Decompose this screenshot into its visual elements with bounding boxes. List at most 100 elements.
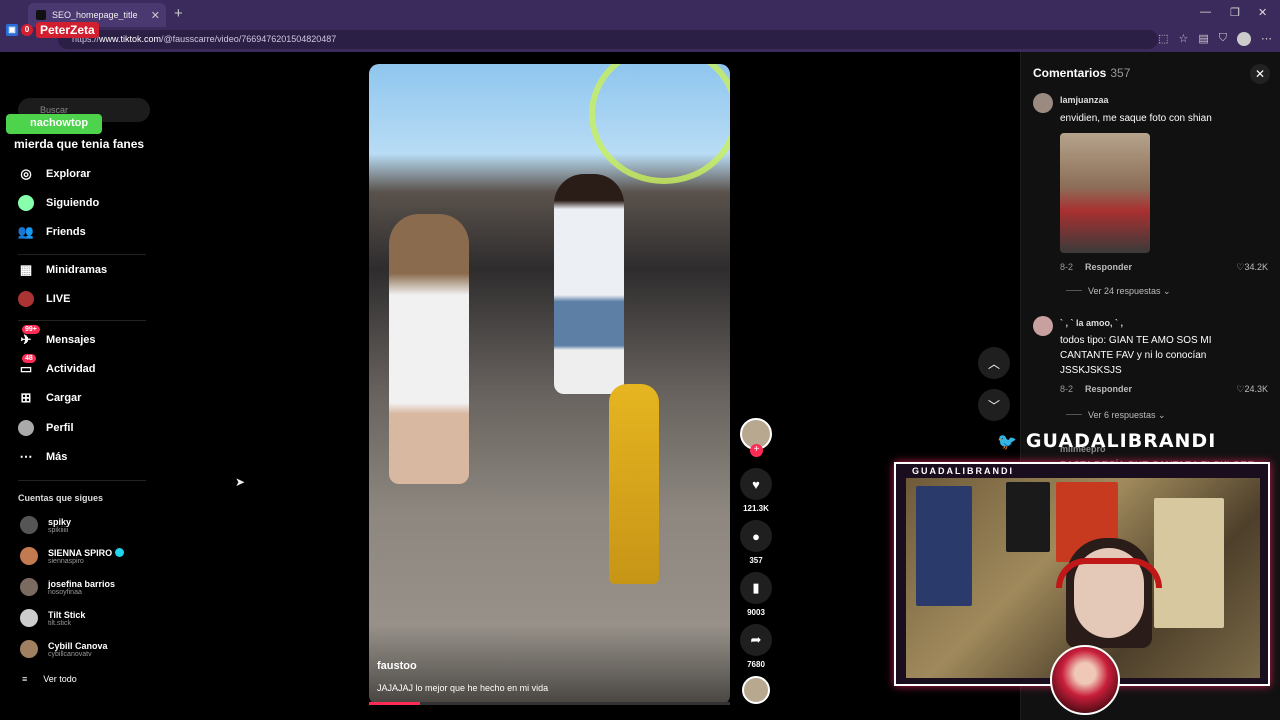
- address-bar[interactable]: https://www.tiktok.com/@fausscarre/video…: [58, 30, 1158, 49]
- list-icon: ≡: [22, 674, 28, 684]
- shield-icon[interactable]: ⛉: [1219, 32, 1227, 46]
- bookmark-icon[interactable]: ▮: [740, 572, 772, 604]
- creator-avatar-button[interactable]: +: [740, 418, 772, 457]
- comment-photo[interactable]: [1060, 133, 1150, 253]
- video-scene-hydrant: [609, 384, 659, 584]
- nav-label: LIVE: [46, 293, 71, 305]
- sound-avatar-button[interactable]: [740, 676, 772, 704]
- toolbar-icons: ⬚ ☆ ▤ ⛉ ⋯: [1158, 32, 1272, 46]
- account-name: Tilt Stick: [48, 609, 86, 620]
- comment-icon[interactable]: ●: [740, 520, 772, 552]
- save-count: 9003: [747, 608, 765, 617]
- comment-user[interactable]: lamjuanzaa: [1060, 95, 1109, 105]
- tab-close-icon[interactable]: ✕: [151, 9, 160, 22]
- new-tab-button[interactable]: +: [174, 5, 183, 22]
- nav-label: Minidramas: [46, 264, 108, 276]
- wall-poster: [1154, 498, 1224, 628]
- nav-actividad[interactable]: ▭ 48 Actividad: [18, 354, 96, 377]
- restore-icon[interactable]: ❐: [1230, 6, 1240, 19]
- video-progress-bar[interactable]: [369, 702, 730, 705]
- close-window-icon[interactable]: ✕: [1258, 6, 1267, 19]
- video-caption: JAJAJAJ lo mejor que he hecho en mi vida: [377, 683, 549, 693]
- avatar[interactable]: [1033, 316, 1053, 336]
- nav-minidramas[interactable]: ▦ Minidramas: [18, 262, 107, 278]
- avatar[interactable]: [1033, 93, 1053, 113]
- chat-message: mierda que tenia fanes: [14, 137, 145, 151]
- menu-dots-icon[interactable]: ⋯: [1261, 32, 1272, 46]
- overlay-badge: 0: [21, 24, 33, 36]
- activity-icon: ▭ 48: [18, 354, 36, 377]
- account-name: SIENNA SPIRO: [48, 547, 113, 558]
- chat-user-tag: nachowtop: [6, 114, 102, 134]
- comment-action[interactable]: ● 357: [740, 520, 772, 565]
- view-replies-link[interactable]: Ver 24 respuestas ⌄: [1066, 286, 1171, 297]
- like-action[interactable]: ♥ 121.3K: [740, 468, 772, 513]
- activity-badge: 48: [22, 354, 36, 363]
- wall-poster: [916, 486, 972, 606]
- nav-mensajes[interactable]: ✈ 99+ Mensajes: [18, 325, 96, 348]
- friends-icon: 👥: [17, 224, 35, 239]
- avatar: [20, 640, 38, 658]
- collections-icon[interactable]: ▤: [1198, 32, 1208, 46]
- reply-button[interactable]: Responder: [1085, 384, 1132, 394]
- nav-friends[interactable]: 👥 Friends: [18, 224, 86, 240]
- account-name: spiky: [48, 516, 72, 527]
- comment-like[interactable]: ♡24.3K: [1236, 384, 1268, 395]
- nav-mas[interactable]: ⋯ Más: [18, 449, 68, 465]
- comment-like[interactable]: ♡34.2K: [1236, 262, 1268, 273]
- followed-account[interactable]: Cybill Canova cybillcanovatv: [20, 640, 108, 658]
- url-host: www.tiktok.com: [99, 34, 162, 44]
- nav-explorar[interactable]: ◎ Explorar: [18, 166, 91, 182]
- like-count: 121.3K: [743, 504, 769, 513]
- browser-chrome: SEO_homepage_title ✕ + — ❐ ✕ https://www…: [0, 0, 1280, 52]
- nav-cargar[interactable]: ⊞ Cargar: [18, 390, 82, 406]
- nav-siguiendo[interactable]: Siguiendo: [18, 195, 99, 211]
- comment-meta: 8-2 Responder: [1060, 262, 1132, 272]
- share-action[interactable]: ➦ 7680: [740, 624, 772, 669]
- nav-label: Explorar: [46, 168, 91, 180]
- heart-icon[interactable]: ♥: [740, 468, 772, 500]
- messages-icon: ✈ 99+: [18, 325, 40, 348]
- sound-avatar: [742, 676, 770, 704]
- nav-perfil[interactable]: Perfil: [18, 420, 74, 436]
- avatar: [20, 578, 38, 596]
- webcam-title: GUADALIBRANDI: [912, 466, 1014, 476]
- comment-user[interactable]: ` , ` la amoo, ` ,: [1060, 318, 1123, 328]
- avatar: [20, 547, 38, 565]
- minimize-icon[interactable]: —: [1200, 6, 1211, 18]
- followed-account[interactable]: josefina barrios nosoyfinaa: [20, 578, 115, 596]
- favorites-icon[interactable]: ☆: [1178, 32, 1188, 46]
- profile-avatar-icon: [18, 420, 34, 436]
- nav-divider: [18, 480, 146, 481]
- wall-poster: [1006, 482, 1050, 552]
- followed-account[interactable]: Tilt Stick tilt.stick: [20, 609, 85, 627]
- see-all-label: Ver todo: [43, 674, 77, 684]
- profile-avatar-icon[interactable]: [1237, 32, 1251, 46]
- nav-label: Perfil: [46, 422, 74, 434]
- video-player[interactable]: [369, 64, 730, 705]
- film-icon: ▦: [19, 262, 33, 277]
- next-video-button[interactable]: ﹀: [978, 389, 1010, 421]
- overlay-username-1: ▣ 0 PeterZeta: [6, 22, 99, 38]
- comment-count: 357: [749, 556, 763, 565]
- close-icon[interactable]: ✕: [1250, 64, 1270, 84]
- follow-plus-icon[interactable]: +: [750, 444, 763, 457]
- comment-date: 8-2: [1060, 262, 1074, 272]
- nav-live[interactable]: LIVE: [18, 291, 70, 307]
- nav-label: Cargar: [46, 392, 82, 404]
- tab-title: SEO_homepage_title: [52, 10, 138, 20]
- previous-video-button[interactable]: ︿: [978, 347, 1010, 379]
- video-author[interactable]: faustoo: [377, 660, 417, 672]
- followed-account[interactable]: spiky spikiiiii: [20, 516, 71, 534]
- platform-icon: ▣: [6, 24, 18, 36]
- view-replies-link[interactable]: Ver 6 respuestas ⌄: [1066, 410, 1166, 421]
- nav-label: Siguiendo: [46, 197, 100, 209]
- reply-button[interactable]: Responder: [1085, 262, 1132, 272]
- share-icon[interactable]: ➦: [740, 624, 772, 656]
- see-all-link[interactable]: ≡ Ver todo: [22, 674, 77, 684]
- save-action[interactable]: ▮ 9003: [740, 572, 772, 617]
- extensions-icon[interactable]: ⬚: [1158, 32, 1168, 46]
- followed-account[interactable]: SIENNA SPIRO siennaspiro: [20, 547, 125, 565]
- messages-badge: 99+: [22, 325, 40, 334]
- nav-label: Mensajes: [46, 334, 96, 346]
